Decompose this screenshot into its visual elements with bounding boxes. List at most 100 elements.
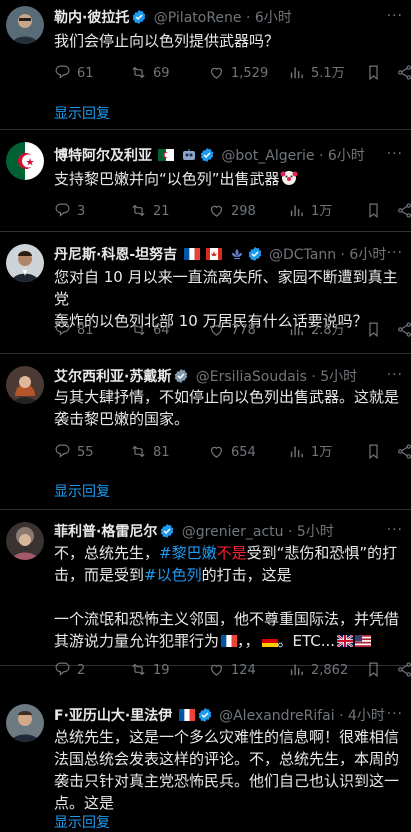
views-button[interactable]: 1万 — [288, 202, 332, 222]
author-handle[interactable]: @PilatoRene — [154, 10, 242, 26]
text-span: 击，而是受到 — [54, 566, 145, 584]
views-button[interactable]: 2.8万 — [288, 321, 345, 341]
views-icon — [290, 204, 303, 217]
avatar[interactable] — [6, 704, 44, 742]
author-handle[interactable]: @DCTann — [269, 247, 336, 263]
like-button[interactable]: 778 — [208, 321, 256, 341]
share-button[interactable] — [396, 661, 411, 681]
like-button[interactable]: 1,529 — [208, 64, 268, 84]
like-button[interactable]: 654 — [208, 443, 256, 463]
tweet-text-content: 支持黎巴嫩并向“以色列”出售武器 — [54, 170, 280, 188]
author-name[interactable]: 艾尔西利亚·苏戴斯 — [54, 369, 171, 385]
views-icon — [290, 323, 303, 336]
retweet-count: 64 — [153, 323, 170, 338]
tweet-text: 我们会停止向以色列提供武器吗？ — [54, 32, 280, 50]
retweet-count: 81 — [153, 445, 170, 460]
reply-button[interactable]: 55 — [54, 443, 94, 463]
more-options-icon[interactable]: ··· — [387, 8, 403, 24]
author-name[interactable]: 勒内·彼拉托 — [54, 10, 129, 26]
timestamp[interactable]: · 6小时 — [246, 10, 292, 26]
reply-button[interactable]: 2 — [54, 661, 85, 681]
avatar[interactable] — [6, 522, 44, 560]
more-options-icon[interactable]: ··· — [387, 367, 403, 383]
bookmark-button[interactable] — [365, 443, 382, 463]
avatar[interactable] — [6, 244, 44, 282]
author-handle[interactable]: @AlexandreRifai — [219, 708, 335, 724]
bookmark-button[interactable] — [365, 321, 382, 341]
retweet-count: 19 — [153, 663, 170, 678]
share-button[interactable] — [396, 443, 411, 463]
share-button[interactable] — [396, 321, 411, 341]
like-button[interactable]: 298 — [208, 202, 256, 222]
avatar[interactable] — [6, 366, 44, 404]
timestamp[interactable]: · 4小时 — [339, 708, 385, 724]
tweet-6[interactable]: F·亚历山大·里法伊 @AlexandreRifai · 4小时 ··· 总统先… — [0, 692, 411, 831]
bookmark-button[interactable] — [365, 661, 382, 681]
tweet-5[interactable]: 菲利普·格雷尼尔 @grenier_actu · 5小时 ··· 不，总统先生，… — [0, 510, 411, 678]
verified-icon — [247, 246, 262, 262]
avatar[interactable] — [6, 6, 44, 44]
reply-button[interactable]: 61 — [54, 64, 94, 84]
text-span: 的打击，这是 — [201, 566, 292, 584]
bookmark-button[interactable] — [365, 202, 382, 222]
views-button[interactable]: 1万 — [288, 443, 332, 463]
retweet-button[interactable]: 64 — [130, 321, 170, 341]
author-name[interactable]: 博特阿尔及利亚 — [54, 148, 152, 164]
tweet-text-line: 不，总统先生，#黎巴嫩不是受到“悲伤和恐惧”的打 — [54, 542, 406, 564]
author-handle[interactable]: @grenier_actu — [182, 524, 284, 540]
views-count: 5.1万 — [311, 66, 345, 81]
show-replies-link[interactable]: 显示回复 — [54, 812, 110, 832]
tweet-text-line: 袭击黎巴嫩的国家。 — [54, 410, 190, 428]
views-icon — [290, 663, 303, 676]
more-options-icon[interactable]: ··· — [387, 522, 403, 538]
highlighted-text: 不是 — [216, 544, 247, 562]
like-button[interactable]: 124 — [208, 661, 256, 681]
tweet-1[interactable]: 勒内·彼拉托 @PilatoRene · 6小时 ··· 我们会停止向以色列提供… — [0, 0, 411, 130]
views-button[interactable]: 2,862 — [288, 661, 348, 681]
author-name[interactable]: F·亚历山大·里法伊 — [54, 708, 172, 724]
share-icon — [398, 65, 411, 80]
author-name[interactable]: 丹尼斯·科恩-坦努吉 — [54, 247, 177, 263]
timestamp[interactable]: · 5小时 — [288, 524, 334, 540]
more-options-icon[interactable]: ··· — [387, 146, 403, 162]
views-button[interactable]: 5.1万 — [288, 64, 345, 84]
tweet-text: 不，总统先生，#黎巴嫩不是受到“悲伤和恐惧”的打 击，而是受到#以色列的打击，这… — [54, 542, 406, 652]
retweet-button[interactable]: 21 — [130, 202, 170, 222]
tweet-text-line: 击，而是受到#以色列的打击，这是 — [54, 564, 406, 586]
timestamp[interactable]: · 6小时 — [319, 148, 365, 164]
show-replies-link[interactable]: 显示回复 — [54, 103, 110, 123]
tweet-2[interactable]: 博特阿尔及利亚 @bot_Algerie · 6小时 ··· 支持黎巴嫩并向“以… — [0, 130, 411, 232]
bookmark-button[interactable] — [365, 64, 382, 84]
more-options-icon[interactable]: ··· — [387, 245, 403, 261]
retweet-button[interactable]: 69 — [130, 64, 170, 84]
hashtag-link[interactable]: #黎巴嫩 — [159, 544, 217, 562]
reply-icon — [55, 444, 70, 458]
more-options-icon[interactable]: ··· — [387, 706, 403, 722]
france-flag-icon — [221, 635, 238, 647]
reply-count: 81 — [77, 323, 94, 338]
hashtag-link[interactable]: #以色列 — [144, 566, 202, 584]
tweet-4[interactable]: 艾尔西利亚·苏戴斯 @ErsiliaSoudais · 5小时 ··· 与其大肆… — [0, 354, 411, 510]
retweet-count: 21 — [153, 204, 170, 219]
robot-icon — [182, 149, 195, 160]
reply-button[interactable]: 3 — [54, 202, 85, 222]
show-replies-link[interactable]: 显示回复 — [54, 481, 110, 501]
author-handle[interactable]: @bot_Algerie — [221, 148, 314, 164]
timestamp[interactable]: · 5小时 — [311, 369, 357, 385]
share-button[interactable] — [396, 64, 411, 84]
bookmark-icon — [369, 65, 378, 80]
retweet-button[interactable]: 19 — [130, 661, 170, 681]
retweet-button[interactable]: 81 — [130, 443, 170, 463]
share-button[interactable] — [396, 202, 411, 222]
timestamp[interactable]: · 6小时 — [341, 247, 387, 263]
author-name[interactable]: 菲利普·格雷尼尔 — [54, 524, 157, 540]
reply-button[interactable]: 81 — [54, 321, 94, 341]
france-flag-icon — [183, 248, 200, 260]
retweet-icon — [132, 66, 145, 79]
author-handle[interactable]: @ErsiliaSoudais — [196, 369, 307, 385]
avatar[interactable] — [6, 142, 44, 180]
tweet-3[interactable]: 丹尼斯·科恩-坦努吉 @DCTann · 6小时 ··· 您对自 10 月以来一… — [0, 232, 411, 354]
like-count: 778 — [231, 323, 256, 338]
germany-flag-icon — [261, 635, 278, 647]
views-count: 2.8万 — [311, 323, 345, 338]
